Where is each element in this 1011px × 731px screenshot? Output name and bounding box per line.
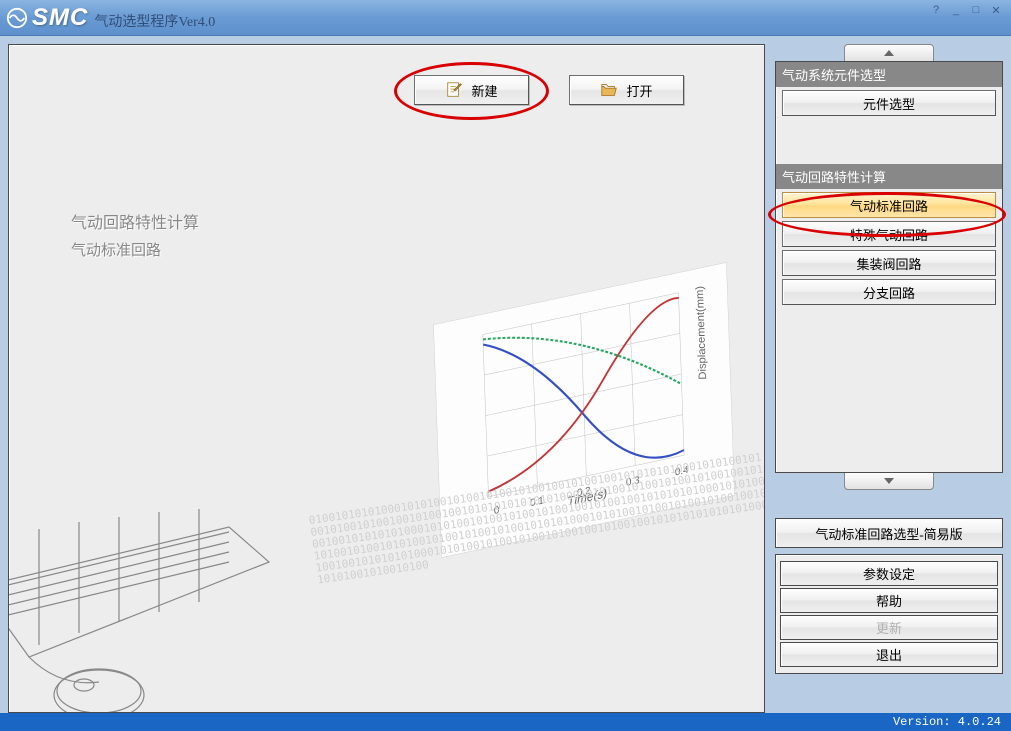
new-button[interactable]: 新建 (414, 75, 529, 105)
decorative-graph-sketch: Time(s) 0 0.1 0.2 0.3 0.4 Displacement(m… (433, 262, 735, 558)
sidebar: 气动系统元件选型 元件选型 气动回路特性计算 气动标准回路 特殊气动回路 集装阀… (775, 44, 1003, 713)
window-controls: ? _ □ ✕ (927, 4, 1005, 18)
minimize-icon[interactable]: _ (947, 4, 965, 18)
maximize-icon[interactable]: □ (967, 4, 985, 18)
close-icon[interactable]: ✕ (987, 4, 1005, 18)
decorative-keyboard-sketch (8, 467, 409, 713)
statusbar: Version: 4.0.24 (0, 713, 1011, 731)
new-file-icon (445, 81, 463, 99)
utility-group: 参数设定 帮助 更新 退出 (775, 554, 1003, 674)
menu-groups: 气动系统元件选型 元件选型 气动回路特性计算 气动标准回路 特殊气动回路 集装阀… (775, 61, 1003, 473)
scroll-up-button[interactable] (844, 44, 934, 62)
update-button[interactable]: 更新 (780, 615, 998, 640)
canvas-heading-2: 气动标准回路 (71, 239, 161, 260)
logo: SMC (6, 4, 88, 32)
settings-button[interactable]: 参数设定 (780, 561, 998, 586)
svg-text:0: 0 (494, 505, 500, 517)
canvas-area: 新建 打开 气动回路特性计算 气动标准回路 (8, 44, 765, 713)
help-icon[interactable]: ? (927, 4, 945, 18)
titlebar: SMC 气动选型程序Ver4.0 ? _ □ ✕ (0, 0, 1011, 36)
lower-buttons: 气动标准回路选型-简易版 参数设定 帮助 更新 退出 (775, 518, 1003, 674)
chevron-down-icon (884, 477, 894, 485)
simple-select-button[interactable]: 气动标准回路选型-简易版 (775, 518, 1003, 548)
logo-text: SMC (32, 4, 88, 32)
menu-component-select[interactable]: 元件选型 (782, 90, 996, 116)
menu-standard-circuit[interactable]: 气动标准回路 (782, 192, 996, 218)
open-folder-icon (600, 81, 618, 99)
menu-branch-circuit[interactable]: 分支回路 (782, 279, 996, 305)
version-label: Version: 4.0.24 (893, 715, 1001, 729)
menu-manifold-circuit[interactable]: 集装阀回路 (782, 250, 996, 276)
main-area: 新建 打开 气动回路特性计算 气动标准回路 (0, 36, 1011, 713)
top-button-row: 新建 打开 (414, 75, 684, 105)
help-button[interactable]: 帮助 (780, 588, 998, 613)
exit-button[interactable]: 退出 (780, 642, 998, 667)
open-button[interactable]: 打开 (569, 75, 684, 105)
canvas-heading-1: 气动回路特性计算 (71, 209, 199, 233)
group2-header: 气动回路特性计算 (776, 164, 1002, 189)
chevron-up-icon (884, 49, 894, 57)
group1-header: 气动系统元件选型 (776, 62, 1002, 87)
open-button-label: 打开 (626, 81, 652, 100)
menu-special-circuit[interactable]: 特殊气动回路 (782, 221, 996, 247)
scroll-down-button[interactable] (844, 472, 934, 490)
new-button-label: 新建 (471, 81, 497, 100)
app-title: 气动选型程序Ver4.0 (94, 11, 215, 31)
brand-icon (6, 7, 28, 29)
